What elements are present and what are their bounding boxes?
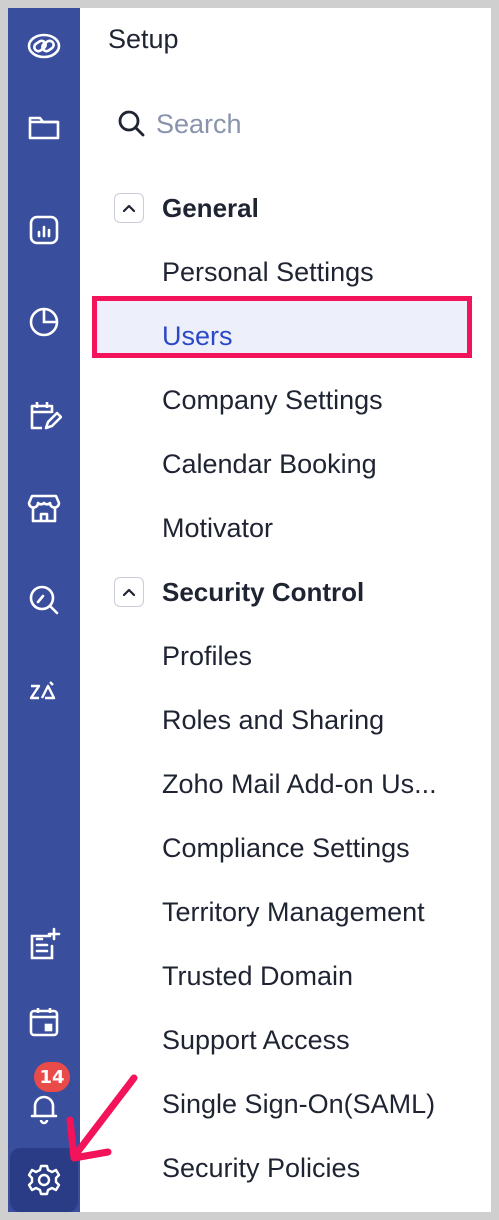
- menu-item-zoho-mail-add-on[interactable]: Zoho Mail Add-on Us...: [162, 764, 437, 804]
- menu-item-trusted-domain[interactable]: Trusted Domain: [162, 956, 353, 996]
- folder-icon[interactable]: [20, 102, 68, 150]
- annotation-arrow-icon: [66, 1074, 138, 1162]
- menu-item-company-settings[interactable]: Company Settings: [162, 380, 383, 420]
- search-bar[interactable]: [116, 106, 436, 142]
- menu-item-security-policies[interactable]: Security Policies: [162, 1148, 360, 1188]
- analytics-icon[interactable]: [20, 298, 68, 346]
- screenshot-frame: 14 Setup Search General Personal Setting…: [0, 0, 499, 1220]
- menu-item-motivator[interactable]: Motivator: [162, 508, 273, 548]
- menu-item-roles-and-sharing[interactable]: Roles and Sharing: [162, 700, 384, 740]
- search-input[interactable]: [156, 108, 436, 140]
- section-general[interactable]: General: [114, 188, 259, 228]
- menu-item-compliance-settings[interactable]: Compliance Settings: [162, 828, 410, 868]
- menu-item-territory-management[interactable]: Territory Management: [162, 892, 425, 932]
- section-label: General: [162, 192, 259, 223]
- search-analytics-icon[interactable]: [20, 576, 68, 624]
- zia-icon[interactable]: [20, 668, 68, 716]
- menu-item-users[interactable]: Users: [162, 316, 233, 356]
- left-rail: 14: [8, 8, 80, 1212]
- crm-panel: 14 Setup Search General Personal Setting…: [8, 8, 491, 1212]
- calendar-icon[interactable]: [20, 998, 68, 1046]
- section-security-control[interactable]: Security Control: [114, 572, 364, 612]
- setup-panel: Setup General Personal Settings Users Co…: [80, 8, 491, 1212]
- zoho-logo-icon[interactable]: [20, 22, 68, 70]
- reports-icon[interactable]: [20, 206, 68, 254]
- marketplace-icon[interactable]: [20, 484, 68, 532]
- menu-item-profiles[interactable]: Profiles: [162, 636, 252, 676]
- section-label: Security Control: [162, 576, 365, 607]
- search-icon: [118, 110, 145, 137]
- chevron-up-icon[interactable]: [114, 577, 144, 607]
- menu-item-support-access[interactable]: Support Access: [162, 1020, 350, 1060]
- add-note-icon[interactable]: [20, 920, 68, 968]
- page-title: Setup: [108, 24, 179, 54]
- activities-icon[interactable]: [20, 392, 68, 440]
- menu-item-single-sign-on[interactable]: Single Sign-On(SAML): [162, 1084, 435, 1124]
- highlight-box: [92, 296, 472, 358]
- menu-item-calendar-booking[interactable]: Calendar Booking: [162, 444, 377, 484]
- menu-item-personal-settings[interactable]: Personal Settings: [162, 252, 374, 292]
- chevron-up-icon[interactable]: [114, 193, 144, 223]
